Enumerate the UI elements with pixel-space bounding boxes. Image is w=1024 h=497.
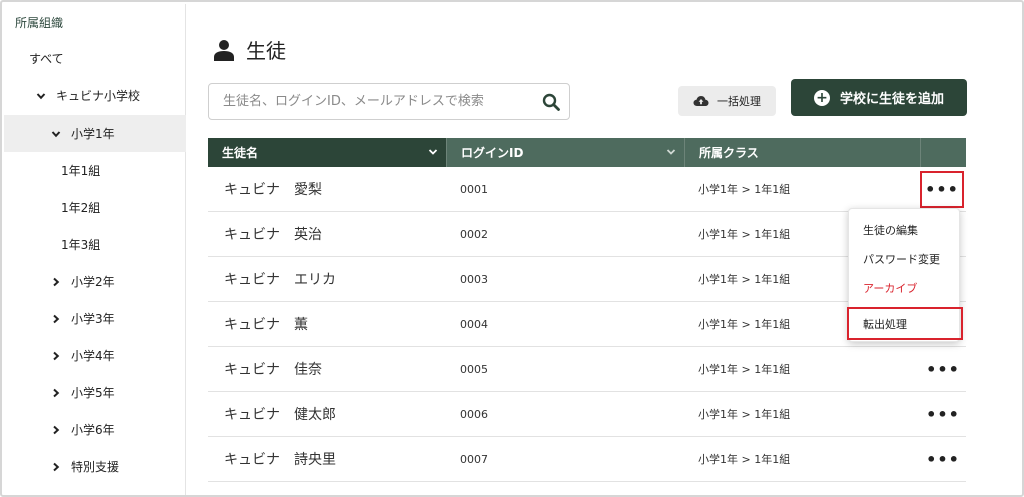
student-name: キュビナ 薫 — [224, 317, 308, 333]
sidebar-item-label: 小学5年 — [71, 386, 115, 400]
search-box — [208, 83, 570, 120]
login-id: 0007 — [460, 452, 488, 466]
sidebar-item-label: 小学1年 — [71, 127, 115, 141]
sidebar-item-label: 1年3組 — [61, 238, 101, 252]
menu-item[interactable]: 生徒の編集 — [849, 215, 961, 244]
search-icon[interactable] — [533, 93, 569, 111]
page-title-text: 生徒 — [246, 39, 286, 63]
plus-circle-icon: + — [813, 89, 830, 106]
sidebar-item[interactable]: すべて — [4, 40, 186, 77]
column-header-login-id[interactable]: ログインID — [446, 138, 684, 167]
menu-item[interactable]: 転出処理 — [847, 307, 963, 340]
sidebar-item[interactable]: 小学4年 — [4, 337, 186, 374]
sidebar-item-label: 小学2年 — [71, 275, 115, 289]
student-name: キュビナ 英治 — [224, 227, 322, 243]
more-actions-button[interactable]: ••• — [920, 396, 966, 433]
student-name: キュビナ 詩央里 — [224, 452, 336, 468]
column-header-class-label: 所属クラス — [699, 146, 759, 160]
sidebar-item-label: 1年1組 — [61, 164, 101, 178]
user-icon — [214, 39, 234, 61]
chevron-down-icon — [666, 149, 676, 155]
more-actions-button[interactable]: ••• — [920, 441, 966, 478]
chevron-right-icon[interactable] — [49, 351, 63, 361]
more-actions-button[interactable]: ••• — [920, 351, 966, 388]
sidebar-item-label: キュビナ小学校 — [56, 89, 141, 103]
chevron-right-icon[interactable] — [49, 314, 63, 324]
student-name: キュビナ 佳奈 — [224, 362, 322, 378]
chevron-right-icon[interactable] — [49, 388, 63, 398]
student-name: キュビナ エリカ — [224, 272, 336, 288]
sidebar-item[interactable]: 1年1組 — [4, 152, 186, 189]
chevron-down-icon[interactable] — [34, 91, 48, 101]
sidebar-item[interactable]: 特別支援 — [4, 448, 186, 485]
column-header-login-id-label: ログインID — [461, 146, 524, 160]
table-header: 生徒名 ログインID 所属クラス — [208, 138, 966, 167]
login-id: 0004 — [460, 317, 488, 331]
sidebar-item[interactable]: 1年2組 — [4, 189, 186, 226]
add-student-button[interactable]: + 学校に生徒を追加 — [791, 79, 967, 116]
table-row[interactable]: キュビナ 詩央里 0007 小学1年 > 1年1組 ••• — [208, 437, 966, 482]
column-header-class: 所属クラス — [684, 138, 920, 167]
sidebar-item-label: 小学4年 — [71, 349, 115, 363]
bulk-process-button[interactable]: 一括処理 — [678, 86, 776, 116]
class-path: 小学1年 > 1年1組 — [698, 453, 791, 466]
more-actions-button[interactable]: ••• — [920, 170, 964, 208]
chevron-down-icon — [428, 149, 438, 155]
chevron-right-icon[interactable] — [49, 277, 63, 287]
chevron-down-icon[interactable] — [49, 129, 63, 139]
login-id: 0005 — [460, 362, 488, 376]
sidebar-header: 所属組織 — [15, 16, 64, 30]
sidebar-item[interactable]: 小学5年 — [4, 374, 186, 411]
column-header-name-label: 生徒名 — [222, 146, 259, 160]
login-id: 0003 — [460, 272, 488, 286]
bulk-process-label: 一括処理 — [717, 95, 761, 108]
login-id: 0002 — [460, 227, 488, 241]
chevron-right-icon[interactable] — [49, 462, 63, 472]
sidebar-item-label: 1年2組 — [61, 201, 101, 215]
column-header-actions — [920, 138, 966, 167]
class-path: 小学1年 > 1年1組 — [698, 408, 791, 421]
sidebar-item[interactable]: 1年3組 — [4, 226, 186, 263]
class-path: 小学1年 > 1年1組 — [698, 363, 791, 376]
row-action-menu: 生徒の編集 パスワード変更 アーカイブ転出処理 — [847, 208, 963, 342]
sidebar-item[interactable]: 小学1年 — [4, 115, 186, 152]
login-id: 0001 — [460, 182, 488, 196]
add-student-label: 学校に生徒を追加 — [839, 92, 944, 107]
table-row[interactable]: キュビナ 佳奈 0005 小学1年 > 1年1組 ••• — [208, 347, 966, 392]
page-title: 生徒 — [214, 35, 286, 64]
search-input[interactable] — [209, 84, 533, 119]
sidebar-item[interactable]: 小学3年 — [4, 300, 186, 337]
sidebar-item-label: 特別支援 — [71, 460, 120, 474]
organization-sidebar: 所属組織 すべてキュビナ小学校小学1年 1年1組 1年2組 1年3組小学2年小学3年小… — [4, 4, 186, 495]
sidebar-item[interactable]: 小学6年 — [4, 411, 186, 448]
table-row[interactable]: キュビナ 愛梨 0001 小学1年 > 1年1組 ••• — [208, 167, 966, 212]
menu-item[interactable]: パスワード変更 — [849, 244, 961, 273]
sidebar-item-label: 小学6年 — [71, 423, 115, 437]
menu-item[interactable]: アーカイブ — [849, 273, 961, 302]
sidebar-item-label: 小学3年 — [71, 312, 115, 326]
student-name: キュビナ 愛梨 — [224, 182, 322, 198]
table-row[interactable]: キュビナ 健太郎 0006 小学1年 > 1年1組 ••• — [208, 392, 966, 437]
column-header-name[interactable]: 生徒名 — [208, 138, 446, 167]
sidebar-item[interactable]: キュビナ小学校 — [4, 77, 186, 114]
login-id: 0006 — [460, 407, 488, 421]
app-window: 所属組織 すべて キュビナ小学校 小学1年 1年1組 1年2組 1年3組 小学2年 小学3年小… — [0, 0, 1024, 497]
class-path: 小学1年 > 1年1組 — [698, 183, 791, 196]
sidebar-item[interactable]: 小学2年 — [4, 263, 186, 300]
cloud-upload-icon — [693, 96, 709, 106]
chevron-right-icon[interactable] — [49, 425, 63, 435]
student-name: キュビナ 健太郎 — [224, 407, 336, 423]
sidebar-item-label: すべて — [29, 52, 64, 66]
